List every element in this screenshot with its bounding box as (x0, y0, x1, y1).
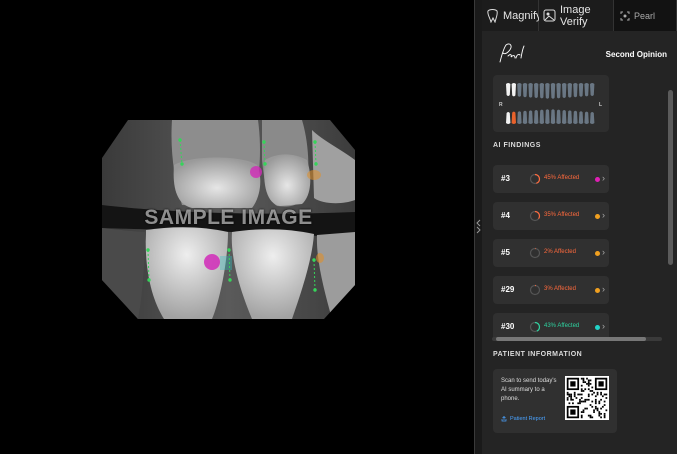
affected-progress-ring (529, 284, 541, 296)
tooth-chart-right-label: R (499, 102, 503, 108)
finding-color-dot (595, 177, 600, 182)
lower-tooth (584, 111, 589, 124)
lower-tooth (545, 109, 550, 124)
vertical-scrollbar-thumb[interactable] (668, 90, 673, 265)
upper-tooth (534, 83, 539, 98)
lower-tooth (517, 111, 522, 124)
pearl-logo (499, 43, 525, 63)
image-verify-label: Image Verify (560, 3, 591, 28)
lower-tooth (550, 109, 556, 124)
share-icon (501, 416, 507, 422)
chevron-right-icon[interactable]: › (602, 173, 605, 184)
findings-scroll-area[interactable]: R L AI FINDINGS #3 45% Affected › #4 35% Aff… (482, 72, 677, 342)
app-root: SAMPLE IMAGE Magnify Image Verify Pearl (0, 0, 677, 454)
qr-code (565, 376, 609, 420)
patient-report-label: Patient Report (510, 416, 546, 422)
lower-tooth (528, 110, 533, 124)
affected-percentage: 35% Affected (544, 212, 580, 218)
finding-row[interactable]: #4 35% Affected › (493, 202, 609, 230)
chevron-right-icon[interactable]: › (602, 210, 605, 221)
lower-tooth (573, 110, 578, 124)
tooth-chart[interactable]: R L (493, 75, 609, 132)
toolbar: Magnify Image Verify Pearl (482, 0, 677, 31)
finding-row[interactable]: #29 3% Affected › (493, 276, 609, 304)
finding-row[interactable]: #5 2% Affected › (493, 239, 609, 267)
affected-progress-ring (529, 247, 541, 259)
xray-viewer[interactable]: SAMPLE IMAGE (0, 0, 474, 454)
divider-grip-icon[interactable] (476, 218, 481, 234)
image-verify-icon (543, 9, 556, 22)
magnify-label: Magnify (503, 9, 542, 22)
affected-progress-ring (529, 210, 541, 222)
ai-findings-title: AI FINDINGS (493, 142, 541, 149)
patient-information-title: PATIENT INFORMATION (493, 351, 583, 358)
sample-image-watermark: SAMPLE IMAGE (144, 206, 313, 229)
upper-tooth (556, 83, 561, 99)
finding-color-dot (595, 288, 600, 293)
finding-tooth-number: #30 (501, 322, 515, 331)
upper-tooth (506, 83, 511, 96)
brand-row: Second Opinion (482, 36, 677, 72)
lower-tooth (522, 110, 528, 124)
lower-tooth (511, 111, 516, 124)
tooth-chart-diagram (506, 83, 595, 124)
upper-tooth (573, 83, 578, 98)
affected-progress-ring (529, 321, 541, 333)
upper-tooth (539, 83, 544, 99)
lower-tooth (590, 112, 595, 124)
lower-tooth (578, 111, 584, 124)
pearl-button[interactable]: Pearl (614, 0, 677, 31)
scan-instructions: Scan to send today's AI summary to a pho… (501, 378, 557, 402)
finding-tooth-number: #4 (501, 211, 510, 220)
chevron-right-icon[interactable]: › (602, 284, 605, 295)
affected-percentage: 45% Affected (544, 175, 580, 181)
lower-tooth (534, 110, 539, 124)
affected-percentage: 43% Affected (544, 323, 580, 329)
patient-info-card: Scan to send today's AI summary to a pho… (493, 369, 617, 433)
magnify-button[interactable]: Magnify (482, 0, 542, 31)
finding-row[interactable]: #3 45% Affected › (493, 165, 609, 193)
upper-tooth (562, 83, 567, 98)
lower-tooth (556, 109, 561, 124)
horizontal-scrollbar-thumb[interactable] (496, 337, 646, 341)
lower-tooth (539, 109, 544, 124)
chevron-right-icon[interactable]: › (602, 247, 605, 258)
finding-tooth-number: #3 (501, 174, 510, 183)
finding-tooth-number: #29 (501, 285, 515, 294)
affected-percentage: 3% Affected (544, 286, 576, 292)
image-verify-button[interactable]: Image Verify (539, 0, 614, 31)
upper-tooth (590, 83, 595, 96)
upper-tooth (578, 83, 584, 97)
lower-tooth (562, 110, 567, 124)
pearl-frame-icon (620, 11, 630, 20)
upper-tooth (545, 83, 550, 99)
finding-color-dot (595, 251, 600, 256)
patient-report-link[interactable]: Patient Report (501, 416, 545, 422)
second-opinion-label: Second Opinion (605, 50, 667, 59)
tooth-chart-left-label: L (599, 102, 603, 108)
upper-tooth (517, 83, 522, 97)
upper-tooth (550, 83, 556, 99)
upper-tooth (511, 83, 516, 97)
finding-color-dot (595, 325, 600, 330)
lower-tooth (567, 110, 572, 124)
upper-tooth (567, 83, 572, 98)
upper-tooth (522, 83, 528, 98)
upper-tooth (584, 83, 589, 97)
lower-tooth (506, 112, 511, 124)
chevron-right-icon[interactable]: › (602, 321, 605, 332)
side-panel: Magnify Image Verify Pearl Second Opinio… (482, 0, 677, 454)
finding-color-dot (595, 214, 600, 219)
tooth-magnify-icon (487, 8, 498, 23)
affected-progress-ring (529, 173, 541, 185)
finding-tooth-number: #5 (501, 248, 510, 257)
upper-tooth (528, 83, 533, 98)
pearl-label: Pearl (634, 10, 656, 21)
affected-percentage: 2% Affected (544, 249, 576, 255)
